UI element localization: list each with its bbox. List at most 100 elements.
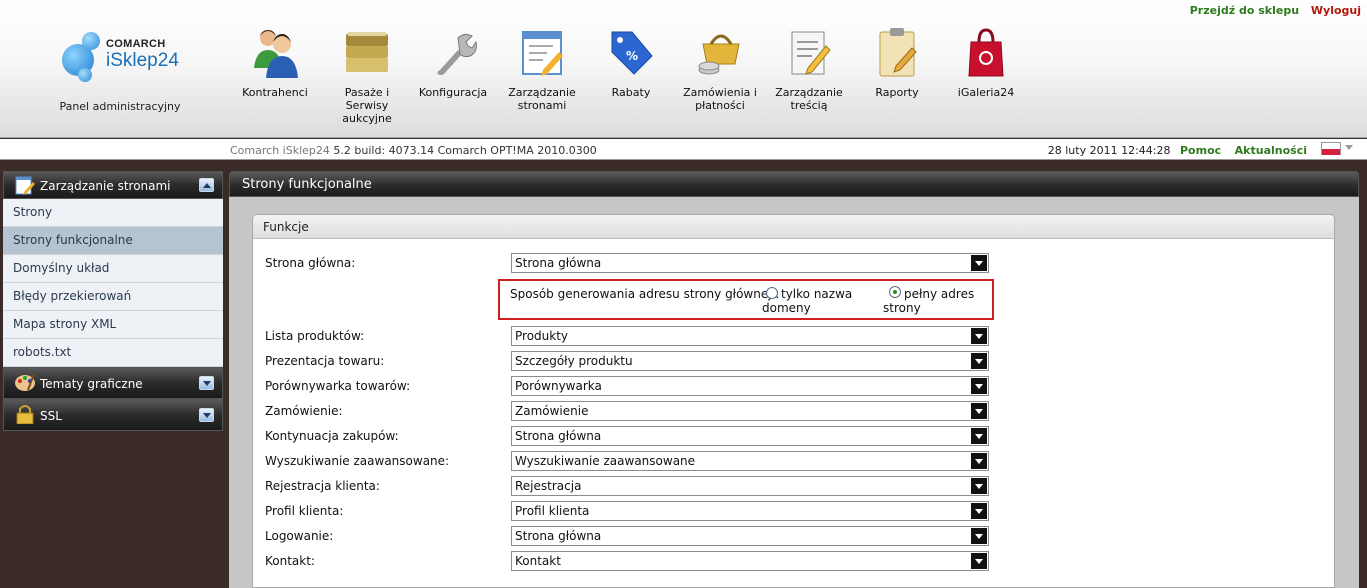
rejestracja-select[interactable]: Rejestracja	[511, 476, 989, 496]
logo-orb-small-icon	[78, 68, 92, 82]
nav-label: Pasaże i Serwisy aukcyjne	[342, 86, 392, 125]
field-label: Kontakt:	[265, 554, 315, 568]
product-name: Comarch iSklep24	[230, 144, 330, 157]
nav-discounts[interactable]: % Rabaty	[589, 24, 673, 124]
radio-full-address[interactable]	[889, 286, 901, 298]
field-label: Lista produktów:	[265, 329, 365, 343]
news-link[interactable]: Aktualności	[1235, 144, 1307, 157]
nav-configuration[interactable]: Konfiguracja	[411, 24, 495, 124]
optima-version: Comarch OPT!MA 2010.0300	[437, 144, 597, 157]
dropdown-arrow-icon[interactable]	[971, 328, 987, 344]
nav-reports[interactable]: Raporty	[855, 24, 939, 124]
nav-marketplaces[interactable]: Pasaże i Serwisy aukcyjne	[325, 24, 409, 125]
nav-label: Rabaty	[611, 86, 651, 99]
dropdown-arrow-icon[interactable]	[971, 255, 987, 271]
info-bar: Comarch iSklep24 5.2 build: 4073.14 Coma…	[0, 139, 1367, 160]
field-label: Logowanie:	[265, 529, 334, 543]
select-value: Profil klienta	[515, 504, 590, 518]
porownywarka-select[interactable]: Porównywarka	[511, 376, 989, 396]
panel-label: Panel administracyjny	[59, 100, 181, 113]
zamowienie-select[interactable]: Zamówienie	[511, 401, 989, 421]
current-datetime: 28 luty 2011 12:44:28	[1047, 144, 1171, 157]
nav-content-management[interactable]: Zarządzanie treścią	[767, 24, 851, 124]
nav-page-management[interactable]: Zarządzanie stronami	[500, 24, 584, 124]
lock-icon	[16, 405, 34, 424]
document-pencil-icon	[791, 31, 831, 75]
build-info: Comarch iSklep24 5.2 build: 4073.14 Coma…	[230, 144, 597, 157]
sidebar-section-themes[interactable]: Tematy graficzne	[3, 367, 223, 399]
sidebar-item-mapa-strony-xml[interactable]: Mapa strony XML	[3, 311, 223, 339]
sidebar-item-strony-funkcjonalne[interactable]: Strony funkcjonalne	[3, 227, 223, 255]
expand-button[interactable]	[199, 376, 214, 390]
nav-label: Raporty	[875, 86, 919, 99]
wrench-icon	[437, 33, 477, 75]
field-label: Wyszukiwanie zaawansowane:	[265, 454, 450, 468]
chevron-down-icon[interactable]	[1345, 145, 1353, 150]
help-link[interactable]: Pomoc	[1180, 144, 1221, 157]
sidebar-item-bledy-przekierowan[interactable]: Błędy przekierowań	[3, 283, 223, 311]
sidebar-item-strony[interactable]: Strony	[3, 199, 223, 227]
basket-coins-icon	[698, 34, 740, 75]
fieldset-title: Funkcje	[253, 215, 1334, 239]
sidebar-item-robots-txt[interactable]: robots.txt	[3, 339, 223, 367]
field-label: Kontynuacja zakupów:	[265, 429, 399, 443]
radio-full-address-label: pełny adres	[904, 287, 975, 301]
logo-orb-small-icon	[82, 32, 100, 50]
select-value: Rejestracja	[515, 479, 582, 493]
profil-klienta-select[interactable]: Profil klienta	[511, 501, 989, 521]
dropdown-arrow-icon[interactable]	[971, 353, 987, 369]
dropdown-arrow-icon[interactable]	[971, 428, 987, 444]
shopping-bag-icon	[968, 28, 1004, 77]
chevron-down-icon	[203, 413, 211, 418]
kontakt-select[interactable]: Kontakt	[511, 551, 989, 571]
nav-igaleria24[interactable]: iGaleria24	[944, 24, 1028, 124]
dropdown-arrow-icon[interactable]	[971, 478, 987, 494]
field-label: Strona główna:	[265, 256, 356, 270]
nav-contractors[interactable]: Kontrahenci	[233, 24, 317, 124]
select-value: Porównywarka	[515, 379, 602, 393]
chevron-up-icon	[203, 183, 211, 188]
logowanie-select[interactable]: Strona główna	[511, 526, 989, 546]
radio-domain-only-label: domeny	[762, 301, 811, 315]
sidebar-section-page-management[interactable]: Zarządzanie stronami	[3, 171, 223, 199]
dropdown-arrow-icon[interactable]	[971, 403, 987, 419]
select-value: Zamówienie	[515, 404, 589, 418]
nav-label: Zamówienia i płatności	[683, 86, 757, 112]
lista-produktow-select[interactable]: Produkty	[511, 326, 989, 346]
select-value: Szczegóły produktu	[515, 354, 633, 368]
sidebar-section-label: Tematy graficzne	[40, 377, 143, 391]
polish-flag-icon[interactable]	[1321, 142, 1341, 155]
collapse-button[interactable]	[199, 178, 214, 192]
dropdown-arrow-icon[interactable]	[971, 553, 987, 569]
expand-button[interactable]	[199, 408, 214, 422]
dropdown-arrow-icon[interactable]	[971, 453, 987, 469]
clipboard-icon	[879, 28, 917, 77]
wyszukiwanie-select[interactable]: Wyszukiwanie zaawansowane	[511, 451, 989, 471]
nav-label: iGaleria24	[957, 86, 1015, 99]
kontynuacja-zakupow-select[interactable]: Strona główna	[511, 426, 989, 446]
nav-orders-payments[interactable]: Zamówienia i płatności	[678, 24, 762, 124]
sidebar-section-label: SSL	[40, 409, 62, 423]
main-panel: Strony funkcjonalne Funkcje Strona główn…	[229, 171, 1359, 588]
discount-tag-icon: %	[611, 31, 653, 75]
radio-domain-only[interactable]	[766, 287, 778, 299]
sidebar-section-ssl[interactable]: SSL	[3, 399, 223, 431]
page-title: Strony funkcjonalne	[229, 171, 1359, 197]
select-value: Strona główna	[515, 256, 602, 270]
nav-label: Kontrahenci	[242, 86, 308, 99]
field-label: Porównywarka towarów:	[265, 379, 411, 393]
dropdown-arrow-icon[interactable]	[971, 528, 987, 544]
field-label: Rejestracja klienta:	[265, 479, 380, 493]
sidebar-item-domyslny-uklad[interactable]: Domyślny układ	[3, 255, 223, 283]
dropdown-arrow-icon[interactable]	[971, 503, 987, 519]
dropdown-arrow-icon[interactable]	[971, 378, 987, 394]
comarch-logo[interactable]: COMARCH iSklep24	[60, 28, 190, 83]
date-and-links: 28 luty 2011 12:44:28 Pomoc Aktualności	[1048, 144, 1307, 157]
prezentacja-towaru-select[interactable]: Szczegóły produktu	[511, 351, 989, 371]
page-edit-icon	[15, 176, 35, 195]
users-icon	[254, 30, 298, 78]
logout-link[interactable]: Wyloguj	[1311, 4, 1361, 17]
strona-glowna-select[interactable]: Strona główna	[511, 253, 989, 273]
go-to-shop-link[interactable]: Przejdź do sklepu	[1190, 4, 1299, 17]
home-address-question: Sposób generowania adresu strony głównej…	[510, 287, 780, 301]
